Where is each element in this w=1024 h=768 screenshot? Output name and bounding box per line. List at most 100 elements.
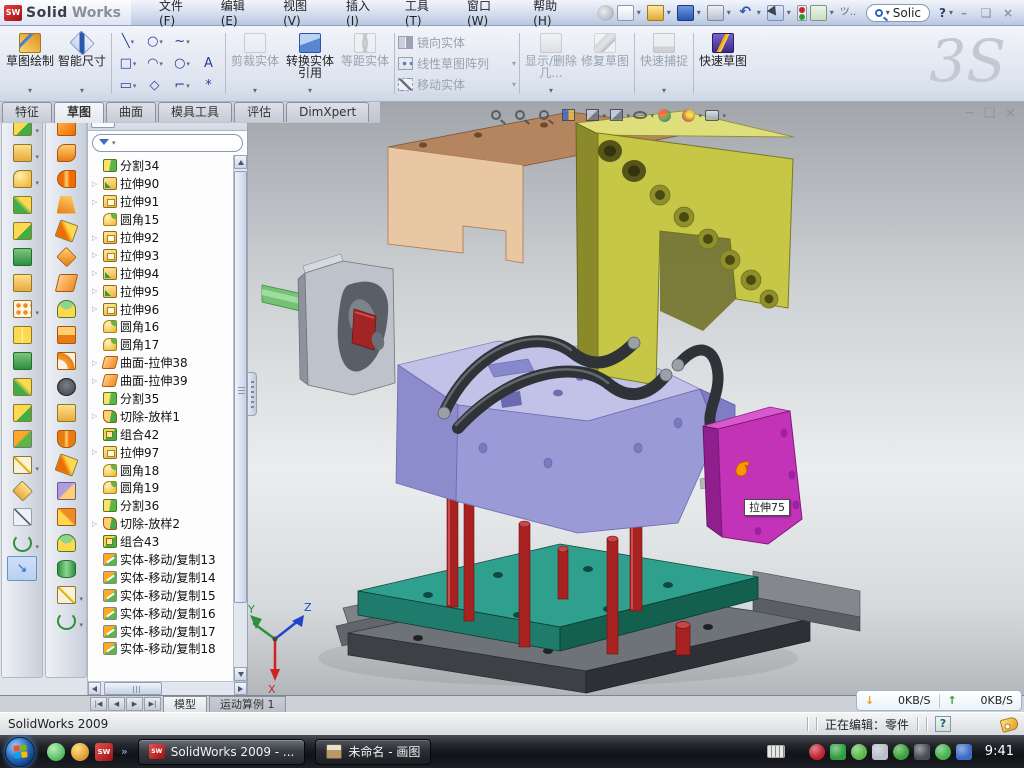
- tree-item[interactable]: 分割36: [90, 497, 247, 515]
- tree-item[interactable]: 切除-放样2: [90, 515, 247, 533]
- antivirus-icon[interactable]: [809, 744, 825, 760]
- search-value[interactable]: Solic: [893, 6, 921, 20]
- edit-appearance-icon[interactable]: [654, 106, 674, 124]
- command-tab[interactable]: 草图: [54, 102, 104, 123]
- tree-item[interactable]: 拉伸94: [90, 264, 247, 282]
- draft[interactable]: [51, 192, 81, 217]
- tree-item[interactable]: 实体-移动/复制15: [90, 586, 247, 604]
- boss[interactable]: [7, 218, 37, 243]
- tree-item[interactable]: 圆角18: [90, 461, 247, 479]
- thicken[interactable]: [51, 322, 81, 347]
- dropdown-icon[interactable]: ▾: [830, 5, 837, 21]
- volume-icon[interactable]: [872, 744, 888, 760]
- helix-2[interactable]: [51, 608, 81, 633]
- messenger-icon[interactable]: [47, 743, 65, 761]
- alert-icon[interactable]: [914, 744, 930, 760]
- taskbar-button-solidworks[interactable]: SW SolidWorks 2009 - ...: [138, 739, 306, 765]
- mirror[interactable]: [7, 322, 37, 347]
- scroll-down-icon[interactable]: [234, 667, 247, 681]
- section-view-icon[interactable]: [558, 106, 578, 124]
- dropdown-icon[interactable]: ▾: [787, 5, 794, 21]
- intersect[interactable]: [51, 218, 81, 243]
- input-method-keyboard-icon[interactable]: [767, 745, 785, 758]
- doc-nav-icon[interactable]: ▶|: [144, 697, 161, 711]
- tree-item[interactable]: 实体-移动/复制17: [90, 622, 247, 640]
- expand-arrow-icon[interactable]: [92, 234, 100, 242]
- tree-item[interactable]: 圆角15: [90, 211, 247, 229]
- search-dropdown-icon[interactable]: ▾: [886, 8, 890, 17]
- menu-item[interactable]: 帮助(H): [533, 0, 571, 28]
- ellipse[interactable]: ○▾: [169, 53, 195, 74]
- core[interactable]: [51, 426, 81, 451]
- tree-item[interactable]: 实体-移动/复制18: [90, 640, 247, 658]
- point[interactable]: *: [196, 75, 222, 96]
- expand-arrow-icon[interactable]: [92, 305, 100, 313]
- tree-item[interactable]: 实体-移动/复制13: [90, 551, 247, 569]
- media-icon[interactable]: [71, 743, 89, 761]
- shell[interactable]: [7, 374, 37, 399]
- tree-item[interactable]: 圆角16: [90, 318, 247, 336]
- menu-item[interactable]: 编辑(E): [221, 0, 257, 28]
- doc-nav-icon[interactable]: ▶: [126, 697, 143, 711]
- part-slide-block[interactable]: [703, 407, 802, 544]
- linear-sketch-pattern-button[interactable]: 线性草图阵列▾: [398, 55, 516, 72]
- dome-2[interactable]: [51, 530, 81, 555]
- expand-arrow-icon[interactable]: [92, 520, 100, 528]
- indent[interactable]: [51, 166, 81, 191]
- rib[interactable]: [7, 348, 37, 373]
- part-clamp-bracket[interactable]: [576, 111, 794, 385]
- surface[interactable]: [51, 270, 81, 295]
- graphics-area[interactable]: X Y Z ▾▾▾▾▾ ─ ❏ × 拉伸75: [248, 103, 1024, 695]
- hide-show-items-icon[interactable]: ▾: [630, 106, 650, 124]
- tree-item[interactable]: 组合42: [90, 425, 247, 443]
- rebuild-traffic-light-icon[interactable]: [797, 5, 807, 21]
- menu-item[interactable]: 插入(I): [346, 0, 379, 28]
- security-shield-icon[interactable]: [830, 744, 846, 760]
- dropdown-icon[interactable]: ▾: [667, 5, 674, 21]
- scroll-up-icon[interactable]: [234, 155, 247, 169]
- delete-body[interactable]: [51, 374, 81, 399]
- new-file-icon[interactable]: [617, 5, 634, 21]
- display-style-icon[interactable]: ▾: [606, 106, 626, 124]
- instant3d[interactable]: ↘: [7, 556, 37, 581]
- undo-icon[interactable]: ↶: [737, 5, 754, 21]
- offset-entities-button[interactable]: 等距实体: [339, 29, 391, 98]
- taskbar-button-paint[interactable]: 未命名 - 画图: [315, 739, 431, 765]
- status-tag-icon[interactable]: [1000, 716, 1020, 733]
- dropdown-icon[interactable]: ▾: [757, 5, 764, 21]
- command-tab[interactable]: 特征: [2, 102, 52, 122]
- tree-item[interactable]: 拉伸93: [90, 246, 247, 264]
- reference-axis-2[interactable]: [51, 582, 81, 607]
- tree-item[interactable]: 实体-移动/复制14: [90, 568, 247, 586]
- bound-box[interactable]: [51, 400, 81, 425]
- panel-splitter-handle[interactable]: [248, 372, 257, 416]
- command-tab[interactable]: DimXpert: [286, 102, 369, 122]
- fillet[interactable]: [7, 166, 37, 191]
- expand-arrow-icon[interactable]: [92, 412, 100, 420]
- sketch-fillet[interactable]: ⌐▾: [169, 75, 195, 96]
- tree-vertical-scrollbar[interactable]: [233, 155, 247, 681]
- tree-item[interactable]: 拉伸96: [90, 300, 247, 318]
- expand-arrow-icon[interactable]: [92, 359, 100, 367]
- usb-device-icon[interactable]: [893, 744, 909, 760]
- expand-arrow-icon[interactable]: [92, 448, 100, 456]
- repair-sketch-button[interactable]: 修复草图: [579, 29, 631, 98]
- reference-axis[interactable]: [7, 452, 37, 477]
- line[interactable]: ╲▾: [115, 31, 141, 52]
- pattern-box[interactable]: [196, 31, 222, 52]
- command-tab[interactable]: 曲面: [106, 102, 156, 122]
- tree-item[interactable]: 实体-移动/复制16: [90, 604, 247, 622]
- expand-arrow-icon[interactable]: [92, 180, 100, 188]
- search-box[interactable]: ▾ Solic: [866, 4, 930, 22]
- extruded-cut[interactable]: [7, 140, 37, 165]
- rapid-sketch-button[interactable]: 快速草图: [697, 29, 749, 98]
- tree-item[interactable]: 圆角19: [90, 479, 247, 497]
- hole-wizard[interactable]: [7, 270, 37, 295]
- doc-nav-icon[interactable]: ◀: [108, 697, 125, 711]
- move-face[interactable]: [51, 452, 81, 477]
- doc-restore-icon[interactable]: ❏: [983, 106, 995, 121]
- tree-item[interactable]: 拉伸97: [90, 443, 247, 461]
- start-button[interactable]: [5, 737, 35, 767]
- mirror-entities-button[interactable]: 镜向实体: [398, 34, 516, 51]
- view-orientation-icon[interactable]: ▾: [582, 106, 602, 124]
